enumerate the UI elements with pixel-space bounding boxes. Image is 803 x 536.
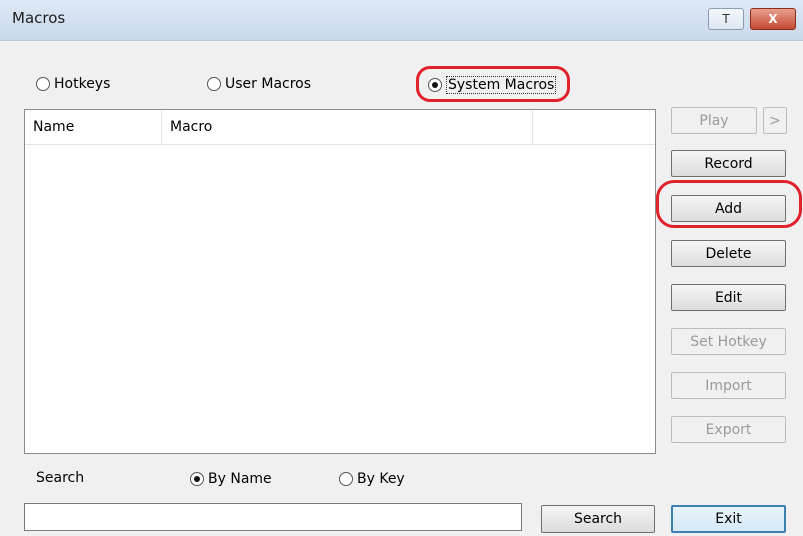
- column-header-macro[interactable]: Macro: [162, 110, 533, 144]
- title-bar: Macros T X: [0, 0, 803, 41]
- column-header-empty[interactable]: [533, 110, 655, 144]
- radio-indicator: [207, 77, 221, 91]
- record-button[interactable]: Record: [671, 150, 786, 177]
- radio-user-macros-label: User Macros: [225, 76, 312, 92]
- column-header-name[interactable]: Name: [25, 110, 162, 144]
- close-icon: X: [768, 12, 778, 26]
- search-button[interactable]: Search: [541, 505, 655, 533]
- export-button[interactable]: Export: [671, 416, 786, 443]
- pin-button[interactable]: T: [708, 8, 744, 30]
- radio-by-name[interactable]: By Name: [190, 471, 272, 487]
- radio-hotkeys-label: Hotkeys: [54, 76, 111, 92]
- radio-indicator-selected: [190, 472, 204, 486]
- list-header: Name Macro: [25, 110, 655, 145]
- radio-indicator: [36, 77, 50, 91]
- radio-user-macros[interactable]: User Macros: [207, 76, 311, 92]
- play-button[interactable]: Play: [671, 107, 757, 134]
- import-button[interactable]: Import: [671, 372, 786, 399]
- radio-by-key-label: By Key: [357, 471, 405, 487]
- close-button[interactable]: X: [750, 8, 796, 30]
- window-title: Macros: [12, 9, 66, 27]
- search-input[interactable]: [24, 503, 522, 531]
- set-hotkey-button[interactable]: Set Hotkey: [671, 328, 786, 355]
- radio-by-key[interactable]: By Key: [339, 471, 405, 487]
- play-more-button[interactable]: >: [763, 107, 787, 134]
- highlight-add: [656, 180, 802, 228]
- highlight-system-macros: [416, 66, 570, 102]
- radio-indicator: [339, 472, 353, 486]
- pin-icon: T: [722, 12, 730, 26]
- macro-list[interactable]: Name Macro: [24, 109, 656, 454]
- exit-button[interactable]: Exit: [671, 505, 786, 533]
- radio-hotkeys[interactable]: Hotkeys: [36, 76, 110, 92]
- macros-dialog: Macros T X Hotkeys User Macros System Ma…: [0, 0, 803, 536]
- radio-by-name-label: By Name: [208, 471, 272, 487]
- chevron-right-icon: >: [769, 112, 781, 129]
- edit-button[interactable]: Edit: [671, 284, 786, 311]
- search-label: Search: [36, 470, 85, 486]
- delete-button[interactable]: Delete: [671, 240, 786, 267]
